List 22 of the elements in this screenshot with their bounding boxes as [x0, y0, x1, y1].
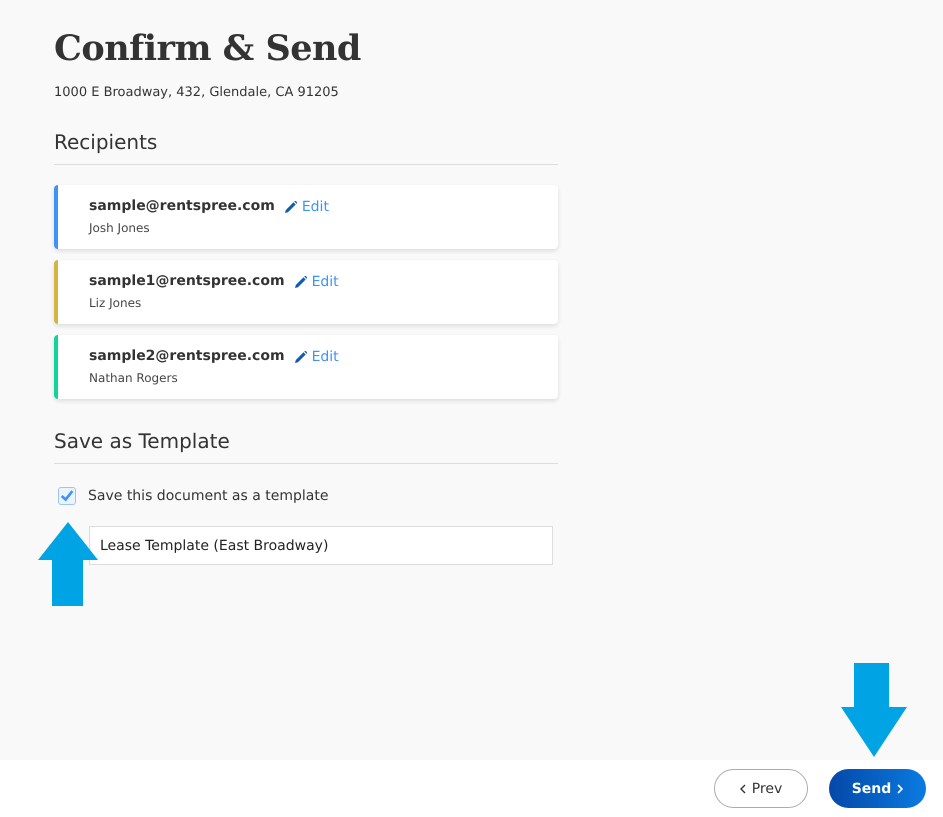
send-button[interactable]: Send: [829, 769, 926, 808]
section-heading: Save as Template: [54, 429, 558, 464]
checkbox-label: Save this document as a template: [88, 488, 328, 504]
pencil-icon: [284, 201, 297, 213]
recipient-name: Nathan Rogers: [89, 371, 179, 385]
checkbox[interactable]: [58, 487, 76, 505]
recipient-name: Liz Jones: [89, 296, 142, 310]
arrow-icon: [38, 522, 98, 606]
page-title: Confirm & Send: [54, 28, 362, 69]
recipient-email: sample2@rentspree.com: [89, 348, 285, 364]
chevron-right-icon: [897, 784, 904, 794]
pencil-icon: [294, 351, 307, 363]
chevron-left-icon: [740, 784, 746, 794]
recipient-email: sample1@rentspree.com: [89, 272, 285, 288]
pencil-icon: [294, 276, 307, 288]
section-heading: Recipients: [54, 130, 558, 165]
template-name-field[interactable]: Lease Template (East Broadway): [89, 526, 553, 565]
address-text: 1000 E Broadway, 432, Glendale, CA 91205: [54, 85, 340, 100]
recipient-email: sample@rentspree.com: [89, 198, 275, 214]
recipient-name: Josh Jones: [89, 221, 151, 235]
arrow-icon: [841, 663, 907, 757]
prev-button[interactable]: Prev: [714, 769, 808, 808]
